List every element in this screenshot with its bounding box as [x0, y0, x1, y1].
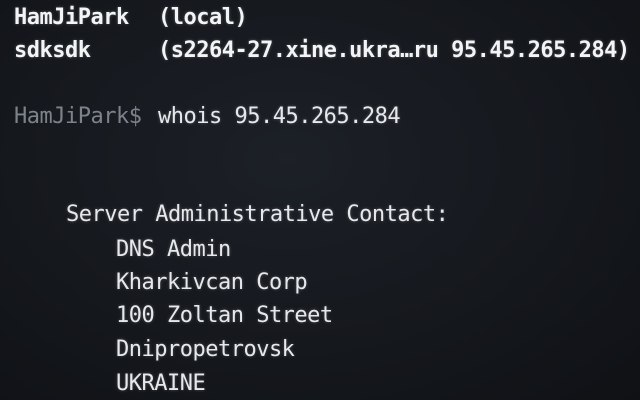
who-host-1: (local) [158, 5, 248, 30]
contact-heading: Server Administrative Contact: [66, 202, 449, 227]
command-input-text[interactable]: whois 95.45.265.284 [158, 103, 401, 131]
shell-prompt: HamJiPark$ [14, 104, 142, 129]
who-user-1: HamJiPark [14, 5, 129, 30]
who-host-2: (s2264-27.xine.ukra…ru 95.45.265.284) [158, 38, 630, 63]
contact-line: DNS Admin [116, 237, 231, 262]
who-user-2: sdksdk [14, 38, 91, 63]
terminal-window[interactable]: HamJiPark (local) sdksdk (s2264-27.xine.… [0, 0, 640, 400]
contact-line: Kharkivcan Corp [116, 270, 308, 295]
contact-line: Dnipropetrovsk [116, 337, 295, 362]
contact-line: UKRAINE [116, 371, 206, 396]
contact-line: 100 Zoltan Street [116, 303, 333, 328]
